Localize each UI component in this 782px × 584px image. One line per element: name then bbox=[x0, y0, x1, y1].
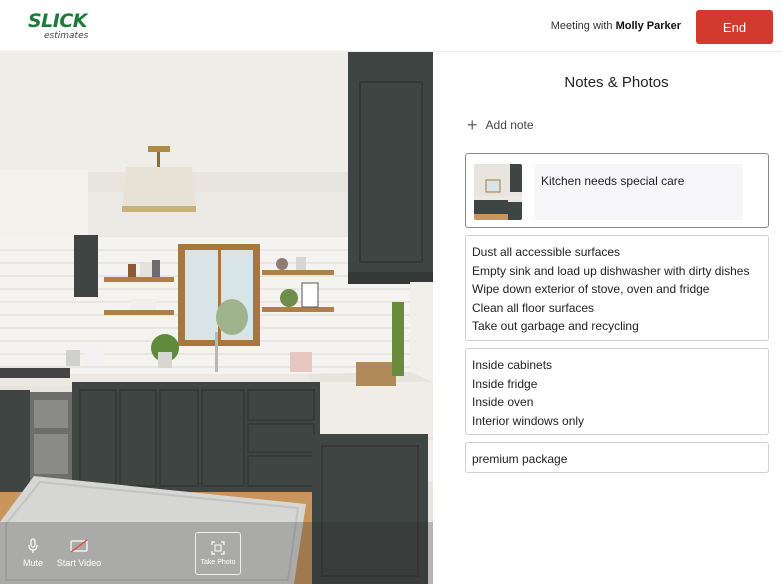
note-line: Clean all floor surfaces bbox=[472, 300, 595, 315]
note-line: Interior windows only bbox=[472, 413, 585, 428]
mute-button[interactable]: Mute bbox=[18, 538, 48, 568]
plus-icon: + bbox=[467, 115, 478, 135]
logo-main: SLICK bbox=[28, 10, 88, 32]
start-video-button[interactable]: Start Video bbox=[52, 538, 106, 568]
add-note-button[interactable]: + Add note bbox=[467, 115, 534, 135]
note-line: Empty sink and load up dishwasher with d… bbox=[472, 263, 750, 278]
meeting-prefix: Meeting with bbox=[550, 20, 613, 32]
note-card[interactable]: premium package bbox=[465, 442, 769, 473]
panel-title: Notes & Photos bbox=[564, 74, 669, 91]
take-photo-label: Take Photo bbox=[200, 559, 236, 566]
photo-note-text[interactable]: Kitchen needs special care bbox=[535, 164, 743, 220]
note-line: Inside fridge bbox=[472, 376, 538, 391]
video-off-icon bbox=[70, 539, 88, 553]
meeting-info: Meeting with Molly Parker bbox=[551, 20, 681, 32]
kitchen-thumbnail-image bbox=[474, 164, 522, 220]
slick-estimates-logo: SLICK estimates bbox=[28, 10, 88, 44]
note-line: Dust all accessible surfaces bbox=[472, 245, 621, 259]
capture-frame-icon bbox=[211, 541, 225, 555]
note-card[interactable]: Dust all accessible surfaces Empty sink … bbox=[465, 235, 769, 341]
photo-thumbnail[interactable] bbox=[474, 164, 522, 220]
microphone-icon bbox=[28, 538, 38, 553]
note-line: premium package bbox=[472, 452, 568, 466]
note-line: Inside cabinets bbox=[472, 358, 553, 372]
note-text[interactable]: Inside cabinets Inside fridge Inside ove… bbox=[466, 349, 768, 437]
note-line: Wipe down exterior of stove, oven and fr… bbox=[472, 282, 710, 296]
add-note-label: Add note bbox=[485, 118, 534, 132]
mute-label: Mute bbox=[22, 558, 43, 568]
logo-sub: estimates bbox=[44, 31, 89, 41]
top-bar: SLICK estimates Meeting with Molly Parke… bbox=[0, 0, 782, 52]
note-text[interactable]: Dust all accessible surfaces Empty sink … bbox=[466, 236, 768, 343]
take-photo-button[interactable]: Take Photo bbox=[195, 532, 241, 575]
note-text[interactable]: premium package bbox=[466, 443, 768, 476]
kitchen-video-image bbox=[0, 52, 433, 584]
video-feed bbox=[0, 52, 433, 584]
note-card[interactable]: Inside cabinets Inside fridge Inside ove… bbox=[465, 348, 769, 435]
end-meeting-button[interactable]: End bbox=[696, 10, 773, 44]
meeting-participant: Molly Parker bbox=[615, 20, 681, 32]
start-video-label: Start Video bbox=[56, 558, 102, 568]
note-line: Inside oven bbox=[472, 395, 534, 409]
photo-note-card[interactable]: Kitchen needs special care bbox=[465, 153, 769, 228]
note-line: Take out garbage and recycling bbox=[472, 319, 639, 333]
